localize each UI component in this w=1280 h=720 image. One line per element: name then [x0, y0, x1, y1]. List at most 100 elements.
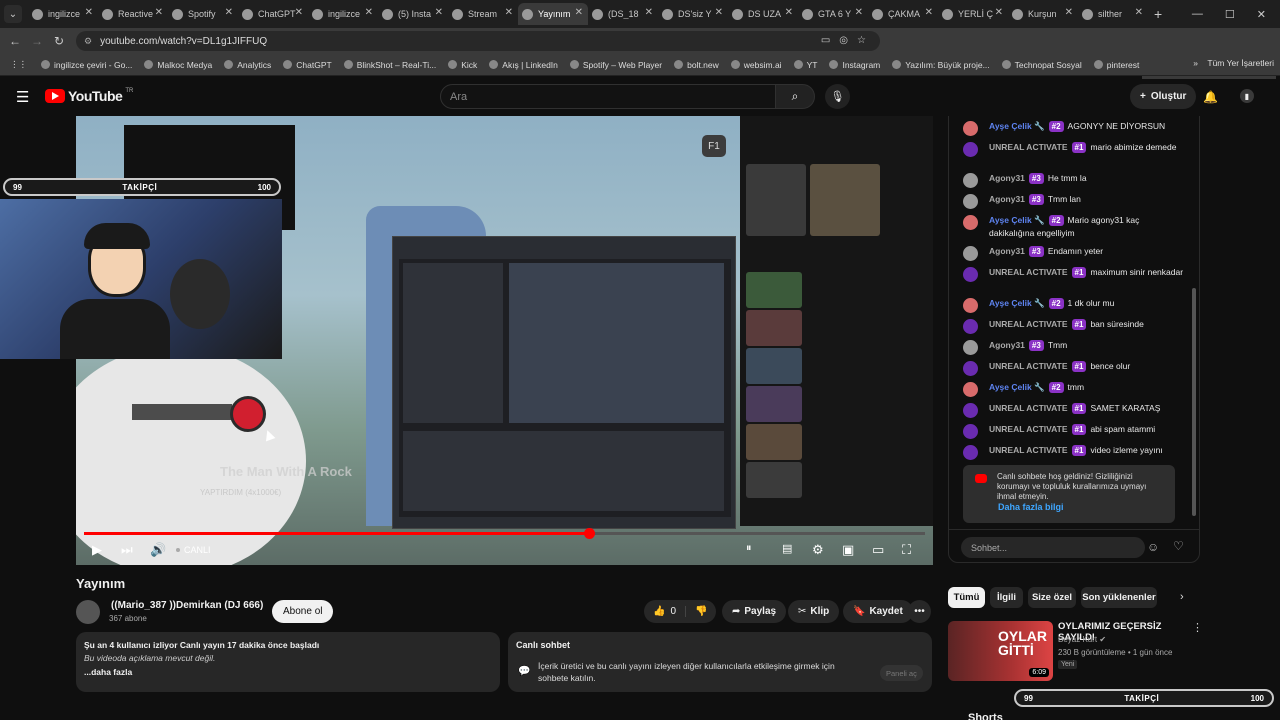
bookmarks-more[interactable]: »	[1193, 58, 1198, 68]
tab-close-icon[interactable]: ✕	[645, 7, 653, 18]
emoji-icon[interactable]: ☺	[1147, 540, 1159, 554]
chat-author[interactable]: Agony31	[989, 246, 1025, 256]
chat-message[interactable]: UNREAL ACTIVATE #1 maximum sinir nenkadar	[963, 266, 1185, 282]
bookmark-item[interactable]: Analytics	[224, 60, 271, 70]
chat-message[interactable]: UNREAL ACTIVATE #1 video izleme yayını	[963, 444, 1185, 460]
bookmark-item[interactable]: pinterest	[1093, 60, 1139, 70]
progress-bar[interactable]	[84, 528, 925, 539]
tab-close-icon[interactable]: ✕	[155, 7, 163, 18]
related-video-channel[interactable]: Beyaz Kurt ✔	[1058, 635, 1106, 644]
chat-input[interactable]: Sohbet...	[961, 537, 1145, 558]
bookmark-item[interactable]: ingilizce çeviri - Go...	[41, 60, 132, 70]
menu-hamburger-icon[interactable]: ☰	[16, 88, 29, 106]
heart-icon[interactable]: ♡	[1173, 539, 1184, 553]
more-actions-icon[interactable]: •••	[908, 600, 931, 623]
chat-avatar[interactable]	[963, 246, 978, 261]
browser-tab[interactable]: DS UZA ✕	[728, 3, 798, 25]
bookmark-item[interactable]: Technopat Sosyal	[1001, 60, 1082, 70]
description-box[interactable]: Şu an 4 kullanıcı izliyor Canlı yayın 17…	[76, 632, 500, 692]
chat-author[interactable]: UNREAL ACTIVATE	[989, 403, 1068, 413]
chat-author[interactable]: Agony31	[989, 194, 1025, 204]
chat-message[interactable]: UNREAL ACTIVATE #1 ban süresinde	[963, 318, 1185, 334]
chat-avatar[interactable]	[963, 382, 978, 397]
chat-scrollbar[interactable]	[1192, 288, 1196, 516]
bookmark-item[interactable]: Spotify – Web Player	[569, 60, 662, 70]
chat-message[interactable]: UNREAL ACTIVATE #1 bence olur	[963, 360, 1185, 376]
minimize-button[interactable]: —	[1192, 8, 1203, 20]
chat-avatar[interactable]	[963, 121, 978, 136]
bookmark-item[interactable]: Instagram	[829, 60, 880, 70]
new-tab-button[interactable]: +	[1154, 6, 1162, 22]
account-avatar[interactable]: ▮	[1240, 89, 1254, 103]
chat-author[interactable]: Agony31	[989, 173, 1025, 183]
browser-tab[interactable]: Reactive ✕	[98, 3, 168, 25]
tab-close-icon[interactable]: ✕	[715, 7, 723, 18]
browser-tab[interactable]: (DS_18 ✕	[588, 3, 658, 25]
apps-grid-icon[interactable]: ⋮⋮	[10, 59, 27, 70]
volume-icon[interactable]: 🔊	[150, 542, 166, 558]
tab-close-icon[interactable]: ✕	[85, 7, 93, 18]
chat-avatar[interactable]	[963, 298, 978, 313]
tab-close-icon[interactable]: ✕	[505, 7, 513, 18]
browser-tab[interactable]: YERLİ Ç ✕	[938, 3, 1008, 25]
play-icon[interactable]: ▶	[92, 542, 102, 558]
share-button[interactable]: ➦ Paylaş	[722, 600, 787, 623]
dislike-button[interactable]: 👎	[686, 606, 716, 617]
chat-message[interactable]: UNREAL ACTIVATE #1 abi spam atammi	[963, 423, 1185, 439]
subscribe-button[interactable]: Abone ol	[272, 600, 334, 623]
bookmark-item[interactable]: websim.ai	[730, 60, 782, 70]
tab-close-icon[interactable]: ✕	[295, 7, 303, 18]
back-icon[interactable]: ←	[4, 34, 26, 48]
clip-button[interactable]: ✂ Klip	[788, 600, 840, 623]
chat-message[interactable]: UNREAL ACTIVATE #1 SAMET KARATAŞ	[963, 402, 1185, 418]
bookmark-star-icon[interactable]: ☆	[857, 35, 866, 46]
tab-close-icon[interactable]: ✕	[995, 7, 1003, 18]
search-input[interactable]: Ara	[440, 84, 776, 109]
chat-message[interactable]: Ayşe Çelik 🔧 #2 tmm	[963, 381, 1185, 397]
chat-author[interactable]: Ayşe Çelik 🔧	[989, 298, 1045, 308]
chat-avatar[interactable]	[963, 194, 978, 209]
chat-avatar[interactable]	[963, 319, 978, 334]
bookmark-item[interactable]: Akış | LinkedIn	[489, 60, 558, 70]
browser-tab[interactable]: DS'siz Y ✕	[658, 3, 728, 25]
learn-more-link[interactable]: Daha fazla bilgi	[998, 502, 1064, 512]
bookmark-item[interactable]: Malkoc Medya	[144, 60, 212, 70]
tab-close-icon[interactable]: ✕	[1065, 7, 1073, 18]
notifications-bell-icon[interactable]: 🔔	[1203, 90, 1218, 104]
tab-search-button[interactable]: ⌄	[4, 5, 22, 23]
chat-avatar[interactable]	[963, 340, 978, 355]
chat-author[interactable]: UNREAL ACTIVATE	[989, 424, 1068, 434]
chat-author[interactable]: UNREAL ACTIVATE	[989, 445, 1068, 455]
browser-tab[interactable]: ChatGPT ✕	[238, 3, 308, 25]
chat-message[interactable]: Ayşe Çelik 🔧 #2 Mario agony31 kaç dakikalı…	[963, 214, 1185, 240]
tab-close-icon[interactable]: ✕	[1135, 7, 1143, 18]
bookmark-item[interactable]: ChatGPT	[283, 60, 332, 70]
maximize-button[interactable]: ☐	[1225, 8, 1235, 21]
close-window-button[interactable]: ✕	[1257, 8, 1266, 21]
chat-message[interactable]: Ayşe Çelik 🔧 #2 AGONYY NE DİYORSUN	[963, 120, 1185, 136]
chat-avatar[interactable]	[963, 142, 978, 157]
pause-chat-icon[interactable]: ⏸	[746, 542, 752, 555]
chat-message[interactable]: Ayşe Çelik 🔧 #2 1 dk olur mu	[963, 297, 1185, 313]
tab-close-icon[interactable]: ✕	[225, 7, 233, 18]
related-more-icon[interactable]: ⋮	[1192, 621, 1203, 634]
browser-tab[interactable]: (5) Insta ✕	[378, 3, 448, 25]
like-button[interactable]: 👍 0	[644, 606, 687, 617]
miniplayer-icon[interactable]: ▣	[842, 542, 854, 558]
chat-message[interactable]: Agony31 #3 Tmm lan	[963, 193, 1185, 209]
site-info-icon[interactable]: ⚙	[84, 36, 92, 47]
chat-avatar[interactable]	[963, 267, 978, 282]
channel-avatar[interactable]	[76, 600, 100, 624]
chevron-right-icon[interactable]: ›	[1180, 591, 1184, 603]
browser-tab[interactable]: ingilizce ✕	[28, 3, 98, 25]
browser-tab[interactable]: Kurşun ✕	[1008, 3, 1078, 25]
search-icon[interactable]: ⌕	[775, 84, 815, 109]
chat-avatar[interactable]	[963, 361, 978, 376]
theater-mode-icon[interactable]: ▭	[872, 542, 884, 558]
chat-author[interactable]: UNREAL ACTIVATE	[989, 361, 1068, 371]
chat-author[interactable]: Ayşe Çelik 🔧	[989, 215, 1045, 225]
chat-avatar[interactable]	[963, 173, 978, 188]
create-button[interactable]: + Oluştur	[1130, 84, 1197, 109]
channel-name[interactable]: ((Mario_387 ))Demirkan (DJ 666)	[111, 600, 263, 611]
all-bookmarks-folder[interactable]: Tüm Yer İşaretleri	[1207, 58, 1274, 68]
